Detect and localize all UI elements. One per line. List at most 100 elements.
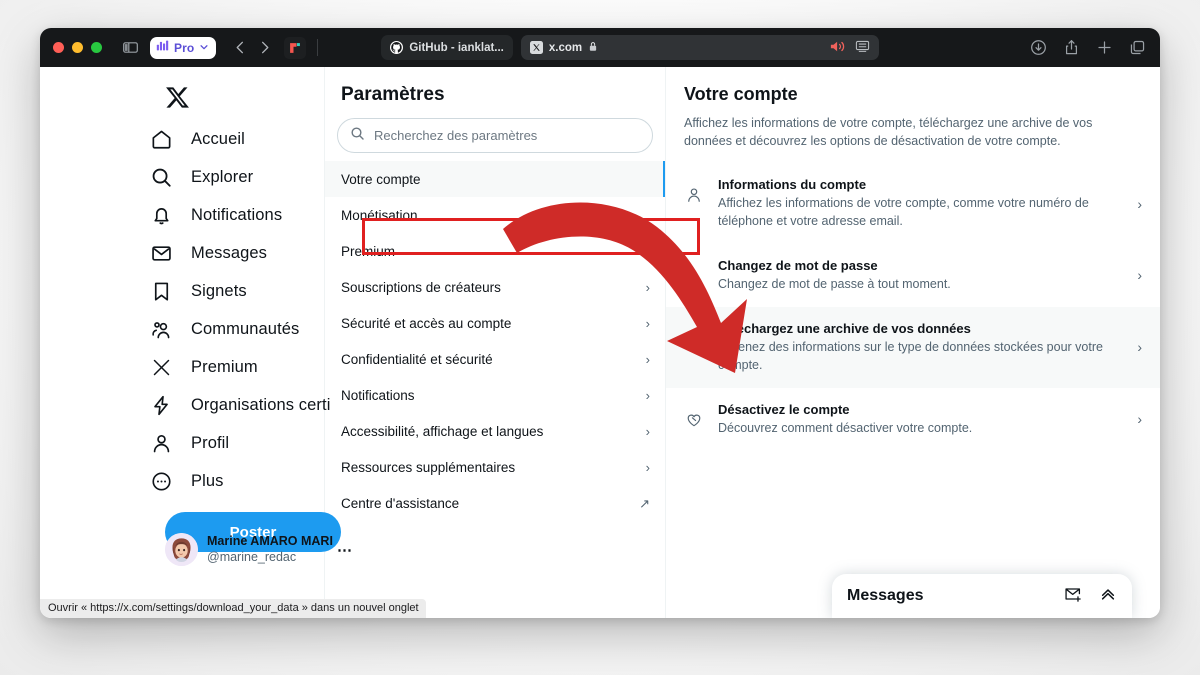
- person-icon: [684, 185, 704, 205]
- chevron-right-icon: ›: [645, 387, 650, 403]
- settings-item-notifications[interactable]: Notifications ›: [325, 377, 665, 413]
- settings-list-column: Paramètres Votre compte Monétisation: [325, 67, 666, 618]
- settings-item-label: Souscriptions de créateurs: [341, 279, 501, 295]
- settings-item-accessibilite[interactable]: Accessibilité, affichage et langues ›: [325, 413, 665, 449]
- deactivate-icon: [684, 410, 704, 430]
- minimize-window-button[interactable]: [72, 42, 83, 53]
- settings-item-centre-assistance[interactable]: Centre d'assistance ↗: [325, 485, 665, 521]
- sidebar-item-communautes[interactable]: Communautés: [148, 310, 313, 348]
- settings-item-label: Notifications: [341, 387, 415, 403]
- settings-item-label: Confidentialité et sécurité: [341, 351, 493, 367]
- sidebar-item-signets[interactable]: Signets: [148, 272, 261, 310]
- settings-search-box[interactable]: [337, 118, 653, 153]
- tab-github-label: GitHub - ianklat...: [409, 41, 504, 54]
- detail-row-title: Informations du compte: [718, 177, 867, 193]
- toolbar-right-actions: [1030, 28, 1146, 67]
- lightning-icon: [148, 392, 174, 418]
- share-icon[interactable]: [1063, 39, 1080, 56]
- detail-row-text: Téléchargez une archive de vos données O…: [718, 320, 1123, 375]
- picture-in-picture-icon[interactable]: [855, 40, 870, 56]
- audio-playing-icon[interactable]: [830, 40, 846, 56]
- sidebar-item-label: Premium: [191, 357, 258, 376]
- status-bar-link-hint: Ouvrir « https://x.com/settings/download…: [40, 599, 426, 618]
- settings-item-securite-acces[interactable]: Sécurité et accès au compte ›: [325, 305, 665, 341]
- nav-back-button[interactable]: [228, 36, 252, 60]
- sidebar-item-notifications[interactable]: Notifications: [148, 196, 296, 234]
- sidebar-item-plus[interactable]: Plus: [148, 462, 238, 500]
- detail-row-text: Informations du compte Affichez les info…: [718, 176, 1123, 231]
- nav-forward-button[interactable]: [252, 36, 276, 60]
- search-input[interactable]: [374, 128, 640, 143]
- chevron-right-icon: ›: [1137, 411, 1142, 428]
- detail-row-informations-compte[interactable]: Informations du compte Affichez les info…: [666, 163, 1160, 244]
- settings-item-ressources-supplementaires[interactable]: Ressources supplémentaires ›: [325, 449, 665, 485]
- chevron-up-icon[interactable]: [1099, 586, 1117, 607]
- x-logo-icon: [148, 354, 174, 380]
- tab-strip: GitHub - ianklat... x.com: [381, 35, 879, 60]
- settings-item-monetisation[interactable]: Monétisation: [325, 197, 665, 233]
- sidebar-item-profil[interactable]: Profil: [148, 424, 243, 462]
- sidebar-item-messages[interactable]: Messages: [148, 234, 281, 272]
- settings-item-votre-compte[interactable]: Votre compte: [325, 161, 665, 197]
- sidebar-item-label: Organisations certi: [191, 395, 331, 414]
- chevron-right-icon: ›: [645, 423, 650, 439]
- chevron-right-icon: ›: [645, 459, 650, 475]
- tab-github[interactable]: GitHub - ianklat...: [381, 35, 513, 60]
- detail-row-changez-mot-de-passe[interactable]: Changez de mot de passe Changez de mot d…: [666, 244, 1160, 307]
- web-page-content: Accueil Explorer Notifications Messages …: [40, 67, 1160, 618]
- sidebar-item-accueil[interactable]: Accueil: [148, 120, 259, 158]
- detail-row-text: Changez de mot de passe Changez de mot d…: [718, 257, 1123, 294]
- messages-dock[interactable]: Messages: [832, 574, 1132, 618]
- bar-chart-icon: [156, 39, 169, 57]
- detail-row-title: Téléchargez une archive de vos données: [718, 320, 971, 336]
- toolbar-divider: [317, 39, 319, 56]
- search-icon: [350, 126, 365, 146]
- detail-row-desactivez-compte[interactable]: Désactivez le compte Découvrez comment d…: [666, 388, 1160, 451]
- sidebar-item-premium[interactable]: Premium: [148, 348, 272, 386]
- red-app-icon[interactable]: [284, 36, 307, 59]
- envelope-icon: [148, 240, 174, 266]
- page-title: Paramètres: [341, 84, 445, 105]
- zoom-window-button[interactable]: [91, 42, 102, 53]
- downloads-icon[interactable]: [1030, 39, 1047, 56]
- tab-x-com[interactable]: x.com: [520, 35, 879, 60]
- external-link-icon: ↗: [639, 495, 650, 511]
- person-icon: [148, 430, 174, 456]
- messages-dock-actions: [1064, 586, 1117, 607]
- account-detail-column: Votre compte Affichez les informations d…: [666, 67, 1160, 618]
- close-window-button[interactable]: [53, 42, 64, 53]
- detail-description: Affichez les informations de votre compt…: [684, 116, 1093, 149]
- x-favicon-icon: [529, 41, 543, 54]
- browser-window: Pro GitHub - ianklat... x.com Accueil Ex…: [40, 28, 1160, 618]
- bell-icon: [148, 202, 174, 228]
- settings-item-premium[interactable]: Premium: [325, 233, 665, 269]
- sidebar-item-label: Signets: [191, 281, 247, 300]
- sidebar-item-label: Explorer: [191, 167, 254, 186]
- detail-row-text: Désactivez le compte Découvrez comment d…: [718, 401, 1123, 438]
- detail-row-subtitle: Obtenez des informations sur le type de …: [718, 340, 1103, 372]
- new-message-icon[interactable]: [1064, 586, 1082, 607]
- new-tab-icon[interactable]: [1096, 39, 1113, 56]
- settings-item-souscriptions-createurs[interactable]: Souscriptions de créateurs ›: [325, 269, 665, 305]
- chevron-right-icon: ›: [1137, 267, 1142, 284]
- pro-badge-button[interactable]: Pro: [150, 36, 217, 59]
- account-display-name: Marine AMARO MARI: [207, 533, 333, 548]
- settings-search-wrap: [325, 118, 665, 161]
- settings-item-confidentialite-securite[interactable]: Confidentialité et sécurité ›: [325, 341, 665, 377]
- settings-item-label: Centre d'assistance: [341, 495, 460, 511]
- lock-icon: [588, 41, 598, 55]
- account-name-block: Marine AMARO MARI @marine_redac: [207, 533, 333, 565]
- detail-row-subtitle: Affichez les informations de votre compt…: [718, 196, 1089, 229]
- detail-row-subtitle: Changez de mot de passe à tout moment.: [718, 277, 951, 292]
- sidebar-toggle-icon[interactable]: [119, 37, 141, 59]
- tab-overview-icon[interactable]: [1129, 39, 1146, 56]
- tab-x-label: x.com: [548, 41, 583, 54]
- chevron-down-icon: [199, 39, 209, 57]
- detail-row-subtitle: Découvrez comment désactiver votre compt…: [718, 420, 973, 435]
- detail-row-telechargez-archive[interactable]: Téléchargez une archive de vos données O…: [666, 306, 1160, 388]
- sidebar-item-label: Messages: [191, 243, 268, 262]
- sidebar-item-explorer[interactable]: Explorer: [148, 158, 267, 196]
- x-logo-icon[interactable]: [148, 74, 206, 120]
- chevron-right-icon: ›: [645, 315, 650, 331]
- sidebar-item-organisations-certifiees[interactable]: Organisations certi: [148, 386, 344, 424]
